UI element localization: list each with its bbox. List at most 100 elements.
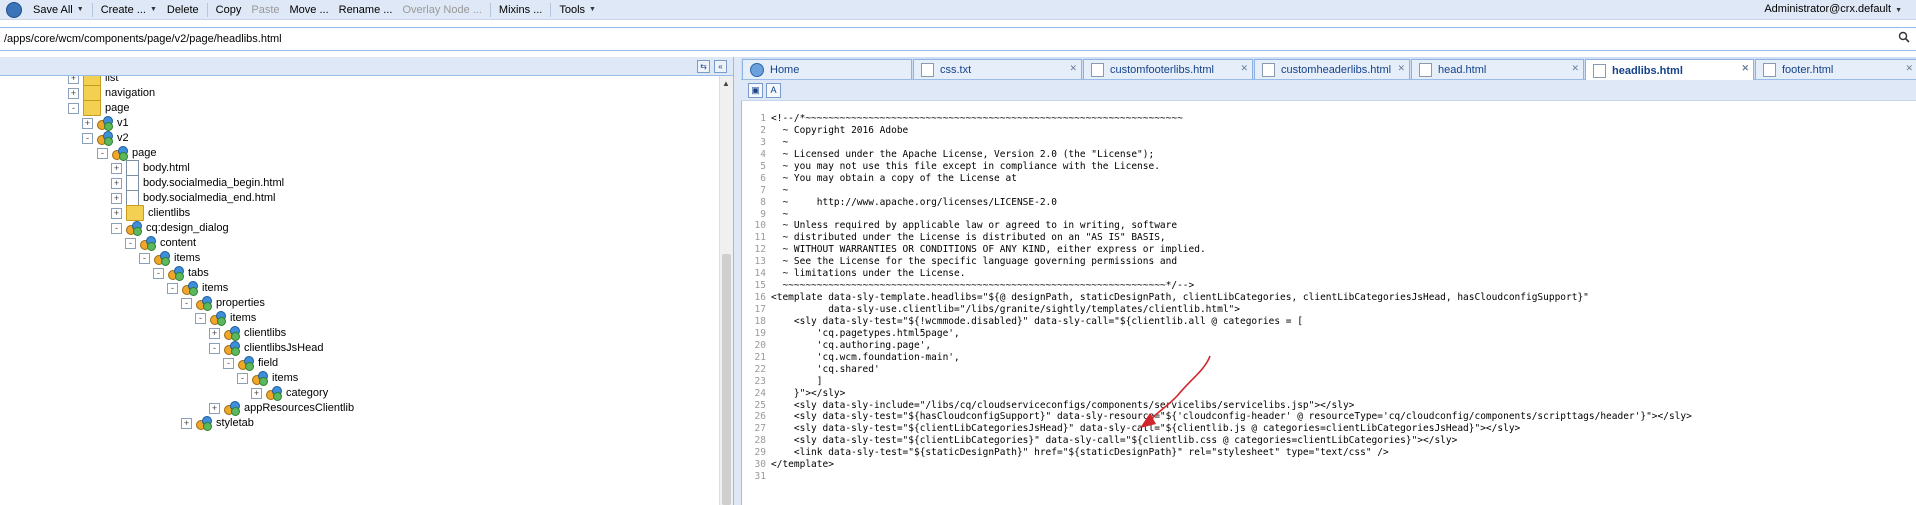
collapse-icon[interactable]: - xyxy=(153,267,164,279)
find-replace-icon[interactable]: A xyxy=(766,83,781,98)
panel-splitter[interactable] xyxy=(734,57,741,505)
collapse-icon[interactable]: - xyxy=(68,102,79,114)
code-line[interactable]: ~ You may obtain a copy of the License a… xyxy=(771,173,1692,185)
collapse-icon[interactable]: - xyxy=(181,297,192,309)
move-button[interactable]: Move ... xyxy=(285,4,334,16)
tab-headlibs-html[interactable]: headlibs.html ✕ xyxy=(1585,59,1754,81)
tab-customheaderlibs-html[interactable]: customheaderlibs.html ✕ xyxy=(1254,59,1410,79)
expand-icon[interactable]: + xyxy=(68,76,79,84)
code-line[interactable]: 'cq.authoring.page', xyxy=(771,340,1692,352)
collapse-icon[interactable]: - xyxy=(167,282,178,294)
tools-button[interactable]: Tools ▼ xyxy=(554,4,601,16)
expand-icon[interactable]: + xyxy=(111,162,122,174)
tab-footer-html[interactable]: footer.html ✕ xyxy=(1755,59,1916,79)
code-line[interactable]: <!--/*~~~~~~~~~~~~~~~~~~~~~~~~~~~~~~~~~~… xyxy=(771,113,1692,125)
user-menu[interactable]: Administrator@crx.default ▼ xyxy=(1764,3,1902,15)
overlay-node-button[interactable]: Overlay Node ... xyxy=(397,4,486,16)
path-input[interactable]: /apps/core/wcm/components/page/v2/page/h… xyxy=(4,33,282,45)
line-number: 16 xyxy=(754,292,766,304)
component-icon xyxy=(252,371,268,386)
search-icon[interactable] xyxy=(1898,31,1910,43)
delete-button[interactable]: Delete xyxy=(162,4,204,16)
close-tab-icon[interactable]: ✕ xyxy=(1397,63,1405,74)
tree-scrollbar-thumb[interactable] xyxy=(722,254,731,505)
code-line[interactable]: <sly data-sly-test="${clientLibCategorie… xyxy=(771,423,1692,435)
line-number: 7 xyxy=(760,184,766,196)
collapse-icon[interactable]: - xyxy=(97,147,108,159)
code-line[interactable]: <sly data-sly-include="/libs/cq/cloudser… xyxy=(771,400,1692,412)
expand-icon[interactable]: + xyxy=(209,327,220,339)
code-line[interactable]: ~ Unless required by applicable law or a… xyxy=(771,220,1692,232)
save-all-button[interactable]: Save All ▼ xyxy=(28,4,89,16)
paste-button[interactable]: Paste xyxy=(246,4,284,16)
code-line[interactable]: ~ xyxy=(771,137,1692,149)
tab-customfooterlibs-html[interactable]: customfooterlibs.html ✕ xyxy=(1083,59,1253,79)
expand-icon[interactable]: + xyxy=(68,87,79,99)
code-line[interactable]: ~ Licensed under the Apache License, Ver… xyxy=(771,149,1692,161)
close-tab-icon[interactable]: ✕ xyxy=(1905,63,1913,74)
tree-scrollbar[interactable]: ▲ xyxy=(719,76,733,505)
create-button[interactable]: Create ... ▼ xyxy=(96,4,162,16)
refresh-tree-icon[interactable]: ⇆ xyxy=(697,60,710,73)
close-tab-icon[interactable]: ✕ xyxy=(1069,63,1077,74)
code-line[interactable]: ~ limitations under the License. xyxy=(771,268,1692,280)
rename-button[interactable]: Rename ... xyxy=(334,4,398,16)
code-line[interactable]: ~~~~~~~~~~~~~~~~~~~~~~~~~~~~~~~~~~~~~~~~… xyxy=(771,280,1692,292)
annotation-arrow-icon xyxy=(1140,355,1211,428)
tree-node-label: items xyxy=(230,312,257,324)
code-line[interactable]: ~ xyxy=(771,209,1692,221)
code-line[interactable]: 'cq.shared' xyxy=(771,364,1692,376)
component-icon xyxy=(224,341,240,356)
collapse-icon[interactable]: - xyxy=(82,132,93,144)
expand-icon[interactable]: + xyxy=(209,402,220,414)
code-editor[interactable]: 1 2 3 4 5 6 7 8 9 10 11 12 13 14 15 16 17 18 19 20 21 22 23 24 2… xyxy=(741,101,1916,505)
code-line[interactable]: <sly data-sly-test="${clientLibCategorie… xyxy=(771,435,1692,447)
code-line[interactable]: ~ you may not use this file except in co… xyxy=(771,161,1692,173)
line-number: 12 xyxy=(754,244,766,256)
code-line[interactable]: data-sly-use.clientlib="/libs/granite/si… xyxy=(771,304,1692,316)
close-tab-icon[interactable]: ✕ xyxy=(1571,63,1579,74)
code-line[interactable]: 'cq.pagetypes.html5page', xyxy=(771,328,1692,340)
code-line[interactable]: <sly data-sly-test="${!wcmmode.disabled}… xyxy=(771,316,1692,328)
line-number: 15 xyxy=(754,280,766,292)
code-line[interactable]: ~ distributed under the License is distr… xyxy=(771,232,1692,244)
close-tab-icon[interactable]: ✕ xyxy=(1741,63,1749,74)
code-line[interactable]: ] xyxy=(771,376,1692,388)
collapse-panel-icon[interactable]: « xyxy=(714,60,727,73)
collapse-icon[interactable]: - xyxy=(125,237,136,249)
code-line[interactable]: <template data-sly-template.headlibs="${… xyxy=(771,292,1692,304)
code-content[interactable]: <!--/*~~~~~~~~~~~~~~~~~~~~~~~~~~~~~~~~~~… xyxy=(771,113,1692,483)
scroll-up-icon[interactable]: ▲ xyxy=(722,79,730,88)
code-line[interactable]: }"></sly> xyxy=(771,388,1692,400)
mixins-button[interactable]: Mixins ... xyxy=(494,4,547,16)
code-line[interactable]: <link data-sly-test="${staticDesignPath}… xyxy=(771,447,1692,459)
expand-icon[interactable]: + xyxy=(181,417,192,429)
tab-css-txt[interactable]: css.txt ✕ xyxy=(913,59,1082,79)
expand-icon[interactable]: + xyxy=(82,117,93,129)
expand-icon[interactable]: + xyxy=(111,192,122,204)
code-line[interactable]: ~ http://www.apache.org/licenses/LICENSE… xyxy=(771,197,1692,209)
collapse-icon[interactable]: - xyxy=(139,252,150,264)
close-tab-icon[interactable]: ✕ xyxy=(1240,63,1248,74)
tree-node[interactable]: + styletab xyxy=(181,414,254,432)
collapse-icon[interactable]: - xyxy=(223,357,234,369)
code-line[interactable]: ~ WITHOUT WARRANTIES OR CONDITIONS OF AN… xyxy=(771,244,1692,256)
expand-icon[interactable]: + xyxy=(111,177,122,189)
code-line[interactable]: ~ xyxy=(771,185,1692,197)
code-line[interactable]: </template> xyxy=(771,459,1692,471)
collapse-icon[interactable]: - xyxy=(111,222,122,234)
tab-head-html[interactable]: head.html ✕ xyxy=(1411,59,1584,79)
expand-icon[interactable]: + xyxy=(111,207,122,219)
copy-button[interactable]: Copy xyxy=(211,4,247,16)
code-line[interactable]: ~ See the License for the specific langu… xyxy=(771,256,1692,268)
code-line[interactable] xyxy=(771,471,1692,483)
code-line[interactable]: <sly data-sly-test="${hasCloudconfigSupp… xyxy=(771,411,1692,423)
code-line[interactable]: ~ Copyright 2016 Adobe xyxy=(771,125,1692,137)
collapse-icon[interactable]: - xyxy=(195,312,206,324)
expand-icon[interactable]: + xyxy=(251,387,262,399)
save-file-icon[interactable]: ▣ xyxy=(748,83,763,98)
tab-home[interactable]: Home xyxy=(742,59,912,79)
collapse-icon[interactable]: - xyxy=(209,342,220,354)
collapse-icon[interactable]: - xyxy=(237,372,248,384)
code-line[interactable]: 'cq.wcm.foundation-main', xyxy=(771,352,1692,364)
